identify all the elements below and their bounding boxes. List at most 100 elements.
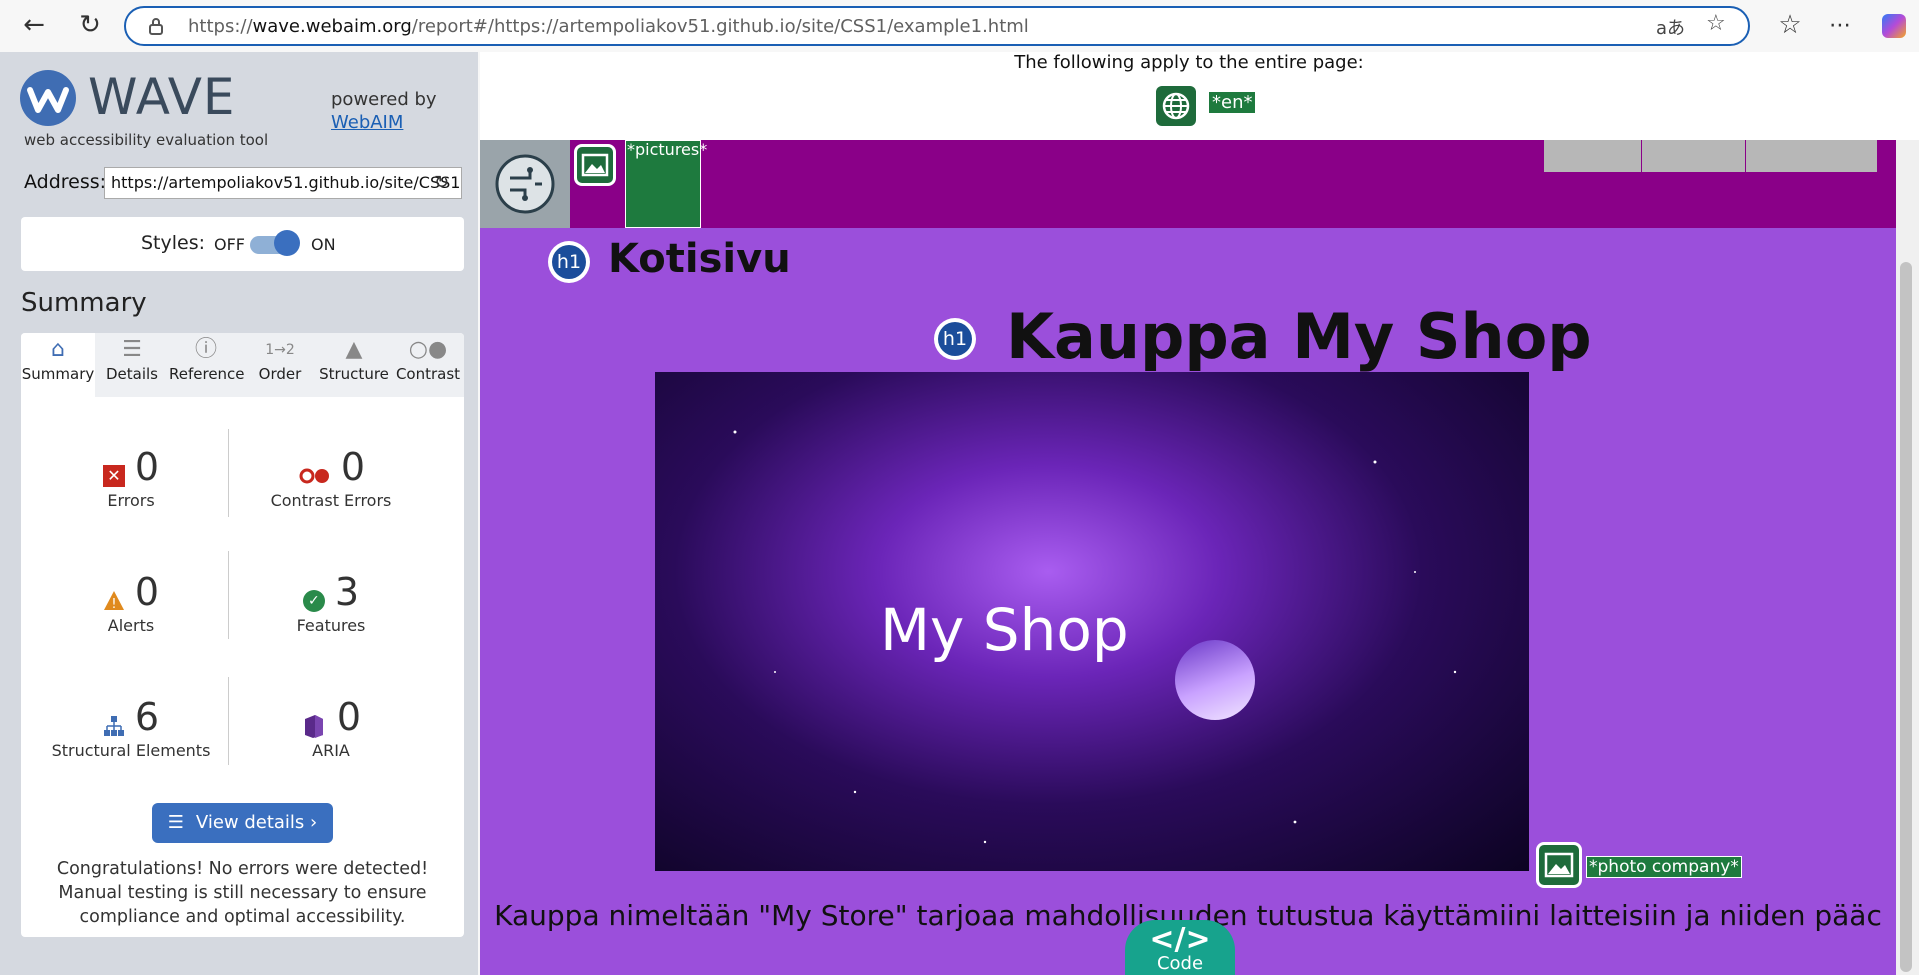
code-label: Code <box>1156 953 1204 974</box>
hero-image: My Shop <box>655 372 1529 871</box>
styles-label: Styles: <box>141 232 206 254</box>
image-icon[interactable] <box>1536 842 1582 888</box>
tab-order[interactable]: 1→2 Order <box>243 333 317 397</box>
list-icon: ☰ <box>122 337 142 362</box>
webaim-link[interactable]: WebAIM <box>331 112 403 133</box>
stat-contrast-errors[interactable]: 0 Contrast Errors <box>231 445 431 510</box>
alerts-label: Alerts <box>107 616 155 635</box>
photo-alt-label: *photo company* <box>1586 856 1742 878</box>
h1-badge-label: h1 <box>938 322 972 356</box>
errors-label: Errors <box>107 491 155 510</box>
h1-icon[interactable]: h1 <box>934 318 976 360</box>
tab-contrast[interactable]: ○● Contrast <box>391 333 464 397</box>
refresh-icon[interactable]: ↻ <box>434 172 449 193</box>
structure-icon: ▲ <box>345 337 363 362</box>
view-details-button[interactable]: ☰ View details › <box>152 803 333 843</box>
reload-icon[interactable]: ↻ <box>70 5 110 45</box>
site-logo[interactable] <box>480 140 570 228</box>
url-path: /report#/https://artempoliakov51.github.… <box>411 16 1029 37</box>
nav-link[interactable] <box>1543 140 1642 172</box>
features-count: 3 <box>334 570 360 614</box>
tab-reference[interactable]: ⓘ Reference <box>169 333 245 397</box>
aria-count: 0 <box>336 695 362 739</box>
styles-toggle-knob[interactable] <box>274 230 300 256</box>
language-badge: *en* <box>1209 92 1256 113</box>
aria-icon <box>301 713 327 739</box>
wave-subtitle: web accessibility evaluation tool <box>24 131 269 149</box>
contrast-errors-label: Contrast Errors <box>270 491 392 510</box>
alerts-count: 0 <box>134 570 160 614</box>
browser-toolbar: ← ↻ https://wave.webaim.org/report#/http… <box>0 0 1919 52</box>
address-label: Address: <box>24 171 107 193</box>
contrast-icon: ○● <box>408 337 448 362</box>
site-navbar: *pictures* <box>480 140 1896 228</box>
aria-label: ARIA <box>312 741 350 760</box>
tab-structure[interactable]: ▲ Structure <box>317 333 391 397</box>
tab-details[interactable]: ☰ Details <box>95 333 169 397</box>
view-details-label: View details › <box>195 812 318 833</box>
favorite-star-icon[interactable]: ☆ <box>1706 11 1726 36</box>
features-label: Features <box>296 616 366 635</box>
info-icon: ⓘ <box>194 337 217 362</box>
tab-label: Structure <box>319 365 389 383</box>
structural-label: Structural Elements <box>51 741 211 760</box>
h1-icon[interactable]: h1 <box>548 241 590 283</box>
order-icon: 1→2 <box>265 342 295 358</box>
heading-kotisivu: Kotisivu <box>608 236 791 282</box>
wave-logo-icon <box>20 70 76 126</box>
wave-logo-text: WAVE <box>88 68 236 126</box>
home-icon: ⌂ <box>51 337 65 362</box>
translate-icon[interactable]: aあ <box>1656 14 1685 40</box>
tab-label: Order <box>258 365 302 383</box>
panel-tabs: ⌂ Summary ☰ Details ⓘ Reference 1→2 Order ▲ S… <box>21 333 464 397</box>
structural-count: 6 <box>134 695 160 739</box>
copilot-icon[interactable] <box>1882 14 1906 38</box>
code-toggle-button[interactable]: </> Code <box>1125 920 1235 975</box>
address-input[interactable]: https://artempoliakov51.github.io/site/C… <box>104 167 462 199</box>
lock-icon[interactable] <box>146 16 166 36</box>
page-apply-text: The following apply to the entire page: <box>1014 52 1364 73</box>
summary-title: Summary <box>21 288 147 318</box>
svg-text:!: ! <box>111 597 116 612</box>
address-bar[interactable]: https://wave.webaim.org/report#/https://… <box>124 6 1750 46</box>
styles-off-label: OFF <box>214 235 245 254</box>
tab-label: Contrast <box>395 365 461 383</box>
pictures-alt-label: *pictures* <box>627 140 708 159</box>
tab-label: Reference <box>169 365 245 383</box>
url-text: https://wave.webaim.org/report#/https://… <box>188 16 1029 37</box>
stat-alerts[interactable]: ! 0 Alerts <box>31 570 231 635</box>
contrast-error-icon <box>297 465 331 487</box>
h1-badge-label: h1 <box>552 245 586 279</box>
url-prefix: https:// <box>188 16 253 37</box>
more-menu-icon[interactable]: ⋯ <box>1820 5 1860 45</box>
stat-features[interactable]: ✓ 3 Features <box>231 570 431 635</box>
stat-aria[interactable]: 0 ARIA <box>231 695 431 760</box>
planet-graphic <box>1175 640 1255 720</box>
nav-link[interactable] <box>1745 140 1877 172</box>
stat-errors[interactable]: ✕ 0 Errors <box>31 445 231 510</box>
styles-on-label: ON <box>311 235 336 254</box>
alert-icon: ! <box>103 590 125 612</box>
scrollbar-thumb[interactable] <box>1900 262 1912 972</box>
contrast-errors-count: 0 <box>340 445 366 489</box>
styles-toggle-box: Styles: OFF ON <box>21 217 464 271</box>
language-icon[interactable] <box>1156 86 1196 126</box>
summary-panel: ⌂ Summary ☰ Details ⓘ Reference 1→2 Order ▲ S… <box>21 333 464 937</box>
image-icon[interactable] <box>574 144 616 186</box>
stat-structural[interactable]: 6 Structural Elements <box>31 695 231 760</box>
nav-link[interactable] <box>1641 140 1745 172</box>
favorites-icon[interactable]: ☆ <box>1770 5 1810 45</box>
tab-label: Summary <box>21 365 95 383</box>
tab-summary[interactable]: ⌂ Summary <box>21 333 95 397</box>
structure-element-icon <box>103 715 125 737</box>
rendered-page: *pictures* h1 Kotisivu h1 Kauppa My Shop… <box>480 140 1896 975</box>
hero-text: My Shop <box>880 596 1129 664</box>
congrats-message: Congratulations! No errors were detected… <box>56 859 429 927</box>
feature-icon: ✓ <box>302 589 325 612</box>
powered-by-text: powered by <box>331 89 437 110</box>
url-host: wave.webaim.org <box>252 16 412 37</box>
error-icon: ✕ <box>102 464 125 487</box>
page-level-info: The following apply to the entire page: … <box>480 52 1919 140</box>
main-heading: Kauppa My Shop <box>1006 300 1592 373</box>
back-icon[interactable]: ← <box>14 5 54 45</box>
